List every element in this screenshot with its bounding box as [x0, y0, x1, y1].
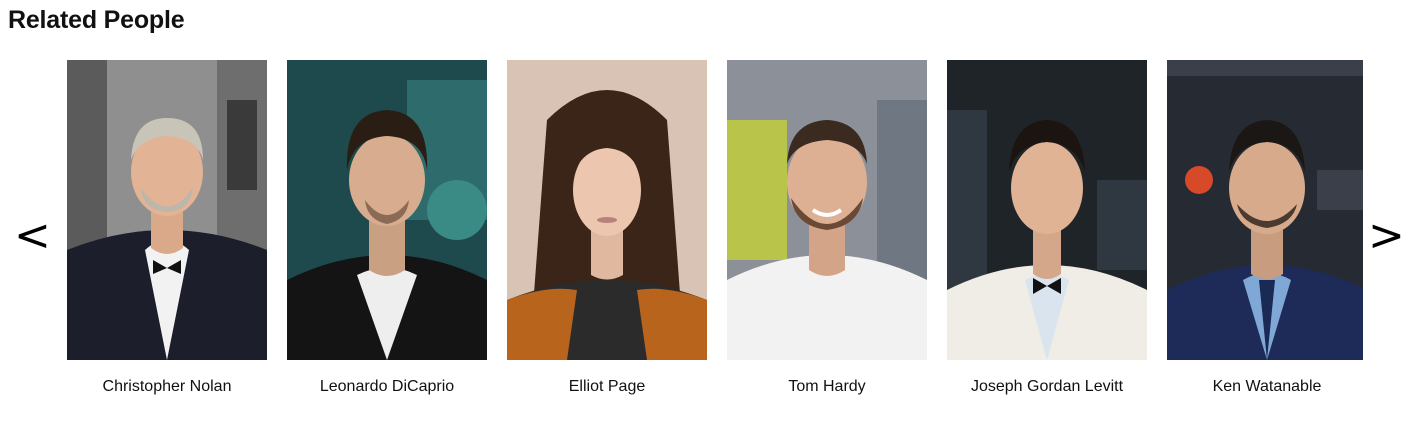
person-name[interactable]: Joseph Gordan Levitt: [927, 378, 1167, 396]
person-photo[interactable]: [947, 60, 1147, 360]
person-name[interactable]: Ken Watanable: [1147, 378, 1363, 396]
person-card[interactable]: Joseph Gordan Levitt: [947, 60, 1147, 420]
person-card[interactable]: Ken Watanable: [1167, 60, 1363, 420]
person-photo[interactable]: [727, 60, 927, 360]
people-carousel: Christopher Nolan Leonardo DiCaprio Elli…: [67, 60, 1363, 420]
person-name[interactable]: Tom Hardy: [707, 378, 947, 396]
person-photo[interactable]: [1167, 60, 1363, 360]
person-card[interactable]: Leonardo DiCaprio: [287, 60, 487, 420]
person-name[interactable]: Christopher Nolan: [67, 378, 287, 396]
section-title: Related People: [8, 6, 185, 34]
person-card[interactable]: Elliot Page: [507, 60, 707, 420]
person-card[interactable]: Tom Hardy: [727, 60, 927, 420]
person-name[interactable]: Leonardo DiCaprio: [267, 378, 507, 396]
person-photo[interactable]: [507, 60, 707, 360]
person-name[interactable]: Elliot Page: [487, 378, 727, 396]
person-photo[interactable]: [67, 60, 267, 360]
person-card[interactable]: Christopher Nolan: [67, 60, 267, 420]
person-photo[interactable]: [287, 60, 487, 360]
related-people-section: Related People < Christopher Nolan Leona…: [0, 0, 1421, 436]
carousel-next-button[interactable]: >: [1368, 208, 1405, 264]
carousel-prev-button[interactable]: <: [14, 208, 51, 264]
